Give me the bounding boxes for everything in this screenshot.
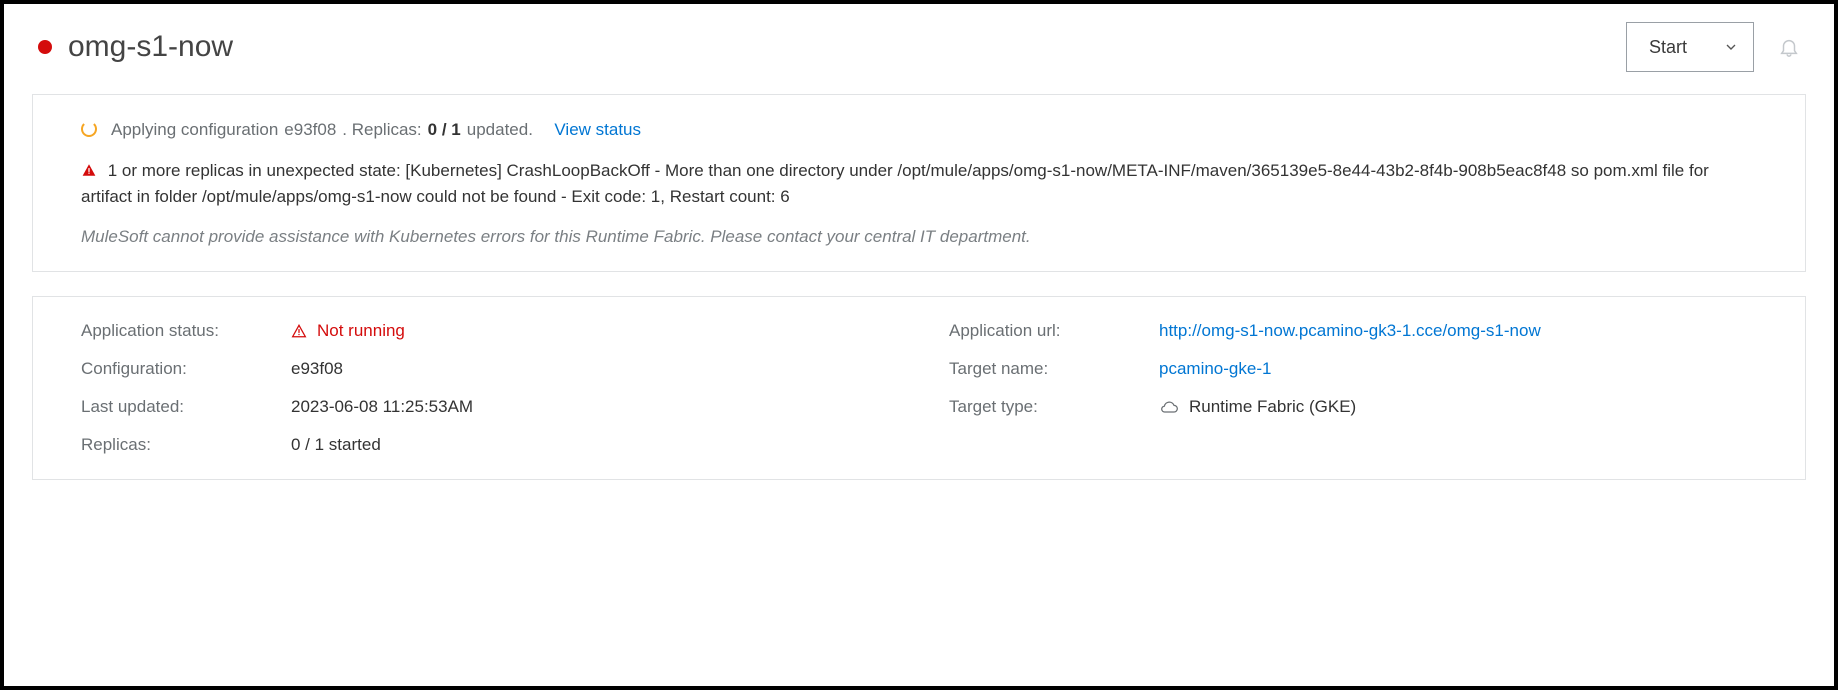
start-button[interactable]: Start (1627, 23, 1709, 71)
chevron-down-icon (1723, 39, 1739, 55)
replicas-value: 0 / 1 started (291, 435, 381, 455)
config-status-replicas-suffix: updated. (467, 120, 533, 140)
app-status-value: Not running (317, 321, 405, 341)
error-note: MuleSoft cannot provide assistance with … (81, 227, 1757, 247)
last-updated-value: 2023-06-08 11:25:53AM (291, 397, 473, 417)
target-type-value: Runtime Fabric (GKE) (1189, 397, 1356, 417)
app-title: omg-s1-now (68, 30, 233, 64)
config-status-line: Applying configuration e93f08 . Replicas… (81, 119, 1757, 140)
cloud-icon (1159, 400, 1179, 414)
warning-outline-icon (291, 324, 307, 338)
config-status-prefix: Applying configuration (111, 120, 278, 140)
status-dot-icon (38, 40, 52, 54)
target-name-link[interactable]: pcamino-gke-1 (1159, 359, 1271, 379)
config-status-replicas-count: 0 / 1 (428, 120, 461, 140)
spinner-icon (81, 121, 97, 137)
config-status-id: e93f08 (284, 120, 336, 140)
view-status-link[interactable]: View status (554, 120, 641, 140)
error-message: 1 or more replicas in unexpected state: … (81, 158, 1757, 211)
configuration-value: e93f08 (291, 359, 343, 379)
page-header: omg-s1-now Start (32, 22, 1806, 72)
details-card: Application status: Not running Configur… (32, 296, 1806, 480)
notifications-icon[interactable] (1778, 36, 1800, 58)
replicas-label: Replicas: (81, 435, 291, 455)
app-url-link[interactable]: http://omg-s1-now.pcamino-gk3-1.cce/omg-… (1159, 321, 1541, 341)
status-card: Applying configuration e93f08 . Replicas… (32, 94, 1806, 272)
last-updated-label: Last updated: (81, 397, 291, 417)
target-type-label: Target type: (949, 397, 1159, 417)
app-status-label: Application status: (81, 321, 291, 341)
start-dropdown-button[interactable] (1709, 23, 1753, 71)
warning-icon (81, 163, 97, 177)
target-name-label: Target name: (949, 359, 1159, 379)
start-button-group: Start (1626, 22, 1754, 72)
error-lead: 1 or more replicas in unexpected state: (108, 161, 406, 180)
app-url-label: Application url: (949, 321, 1159, 341)
configuration-label: Configuration: (81, 359, 291, 379)
config-status-replicas-label: . Replicas: (342, 120, 421, 140)
